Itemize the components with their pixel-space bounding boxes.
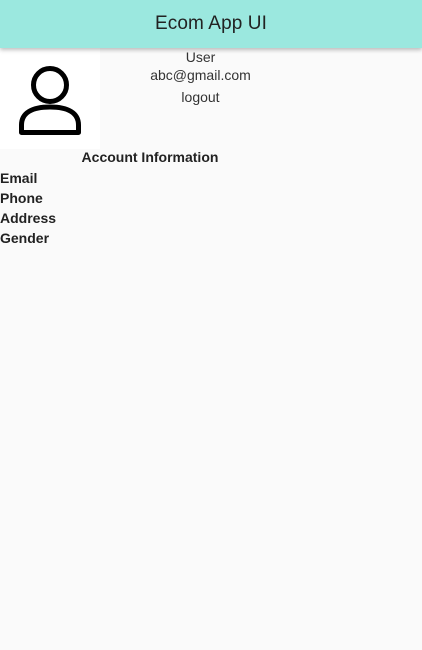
user-info: User abc@gmail.com logout	[100, 48, 301, 107]
profile-header: User abc@gmail.com logout	[0, 48, 422, 149]
person-icon	[19, 65, 81, 135]
account-info-list: Email Phone Address Gender	[0, 168, 56, 248]
logout-button[interactable]: logout	[181, 88, 219, 107]
app-title: Ecom App UI	[155, 13, 267, 34]
info-item-gender: Gender	[0, 230, 50, 246]
app-bar: Ecom App UI	[0, 0, 422, 48]
account-information-title: Account Information	[81, 149, 219, 165]
info-item-phone: Phone	[0, 190, 43, 206]
user-email: abc@gmail.com	[150, 67, 251, 83]
user-name: User	[185, 49, 216, 65]
info-item-email: Email	[0, 170, 38, 186]
info-item-address: Address	[0, 210, 57, 226]
avatar	[0, 48, 100, 149]
